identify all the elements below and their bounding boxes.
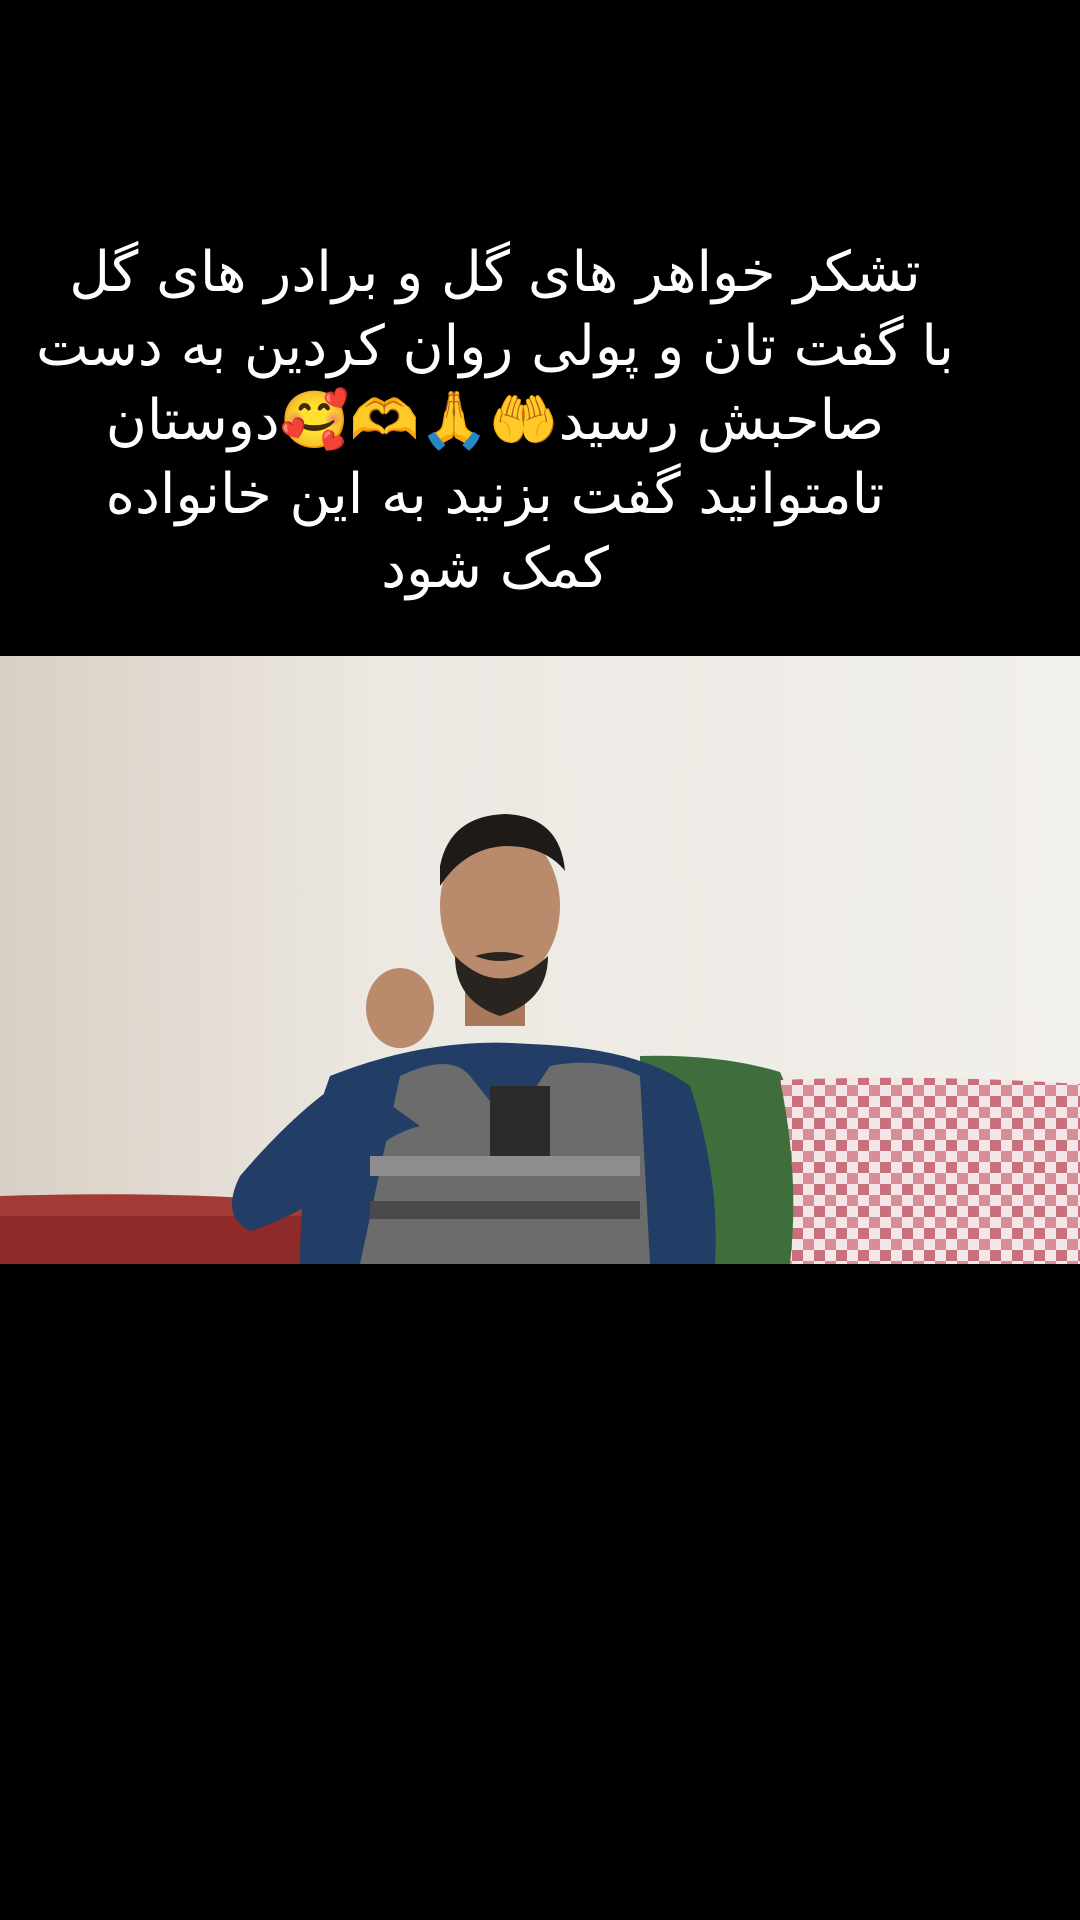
checked-throw (780, 1077, 1080, 1264)
video-scene (0, 656, 1080, 1264)
hand (366, 968, 434, 1048)
caption-text: تشکر خواهر های گل و برادر های گل با گفت … (35, 240, 955, 601)
video-frame[interactable] (0, 656, 1080, 1264)
video-post-screen: تشکر خواهر های گل و برادر های گل با گفت … (0, 0, 1080, 1920)
